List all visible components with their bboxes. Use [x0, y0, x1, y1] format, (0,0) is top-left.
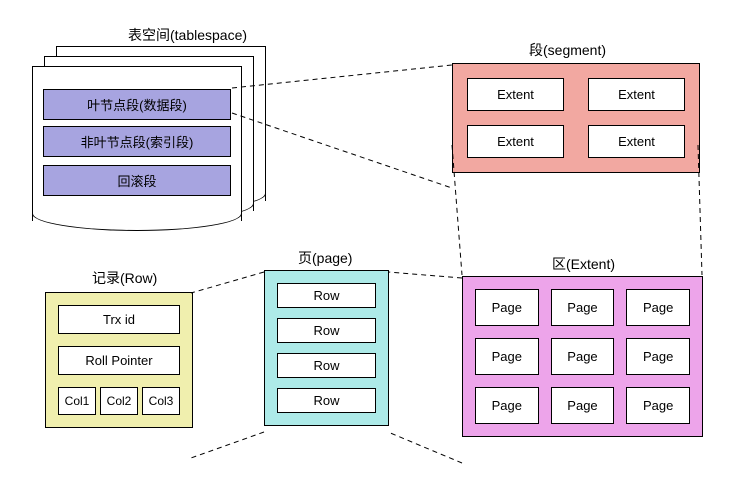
- segment-cell: Extent: [467, 125, 564, 158]
- tablespace-card-1: 叶节点段(数据段) 非叶节点段(索引段) 回滚段: [32, 66, 242, 221]
- row-trx-id: Trx id: [58, 305, 180, 334]
- row-title: 记录(Row): [92, 268, 157, 288]
- extent-cell: Page: [626, 338, 690, 375]
- page-row: Row: [277, 283, 376, 308]
- page-box: Row Row Row Row: [264, 270, 389, 426]
- extent-cell: Page: [551, 387, 615, 424]
- page-row: Row: [277, 353, 376, 378]
- row-cols: Col1 Col2 Col3: [58, 387, 180, 415]
- row-col: Col2: [100, 387, 138, 415]
- row-col: Col3: [142, 387, 180, 415]
- extent-cell: Page: [475, 387, 539, 424]
- row-col: Col1: [58, 387, 96, 415]
- segment-cell: Extent: [467, 78, 564, 111]
- extent-cell: Page: [626, 289, 690, 326]
- extent-cell: Page: [551, 338, 615, 375]
- row-box: Trx id Roll Pointer Col1 Col2 Col3: [45, 292, 193, 428]
- tablespace-seg-leaf: 叶节点段(数据段): [43, 89, 231, 120]
- extent-cell: Page: [475, 289, 539, 326]
- extent-cell: Page: [626, 387, 690, 424]
- extent-title: 区(Extent): [552, 254, 615, 274]
- extent-cell: Page: [551, 289, 615, 326]
- tablespace-seg-nonleaf: 非叶节点段(索引段): [43, 126, 231, 157]
- segment-box: Extent Extent Extent Extent: [452, 63, 700, 173]
- extent-cell: Page: [475, 338, 539, 375]
- tablespace-title: 表空间(tablespace): [128, 25, 247, 45]
- row-roll-pointer: Roll Pointer: [58, 346, 180, 375]
- segment-cell: Extent: [588, 78, 685, 111]
- page-row: Row: [277, 388, 376, 413]
- extent-box: Page Page Page Page Page Page Page Page …: [462, 276, 703, 437]
- page-row: Row: [277, 318, 376, 343]
- page-title: 页(page): [298, 248, 352, 268]
- segment-title: 段(segment): [529, 40, 606, 60]
- segment-cell: Extent: [588, 125, 685, 158]
- tablespace-seg-rollback: 回滚段: [43, 165, 231, 196]
- diagram-canvas: 表空间(tablespace) 叶节点段(数据段) 非叶节点段(索引段) 回滚段…: [0, 0, 755, 500]
